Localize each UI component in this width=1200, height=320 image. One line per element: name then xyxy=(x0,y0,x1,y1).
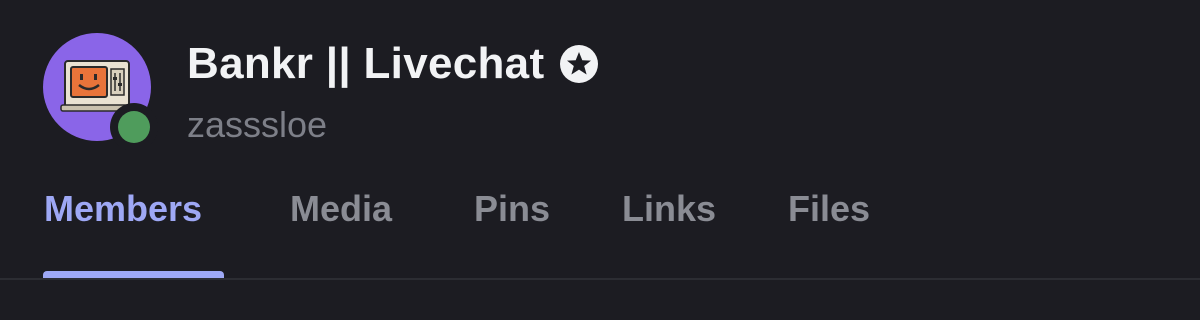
tab-files[interactable]: Files xyxy=(788,188,870,230)
tab-bar: Members Media Pins Links Files xyxy=(0,188,1200,248)
tab-members[interactable]: Members xyxy=(44,188,202,230)
channel-subtitle: zasssloe xyxy=(187,104,328,145)
divider xyxy=(0,278,1200,280)
channel-header: Bankr || Livechat zasssloe Members Media… xyxy=(0,0,1200,320)
star-badge-icon xyxy=(560,45,599,83)
tab-pins[interactable]: Pins xyxy=(474,188,550,230)
channel-title: Bankr || Livechat xyxy=(187,39,545,88)
online-status-dot xyxy=(118,111,150,143)
tab-media[interactable]: Media xyxy=(290,188,392,230)
tab-links[interactable]: Links xyxy=(622,188,716,230)
title-row: Bankr || Livechat xyxy=(187,36,600,92)
status-indicator xyxy=(110,103,158,151)
